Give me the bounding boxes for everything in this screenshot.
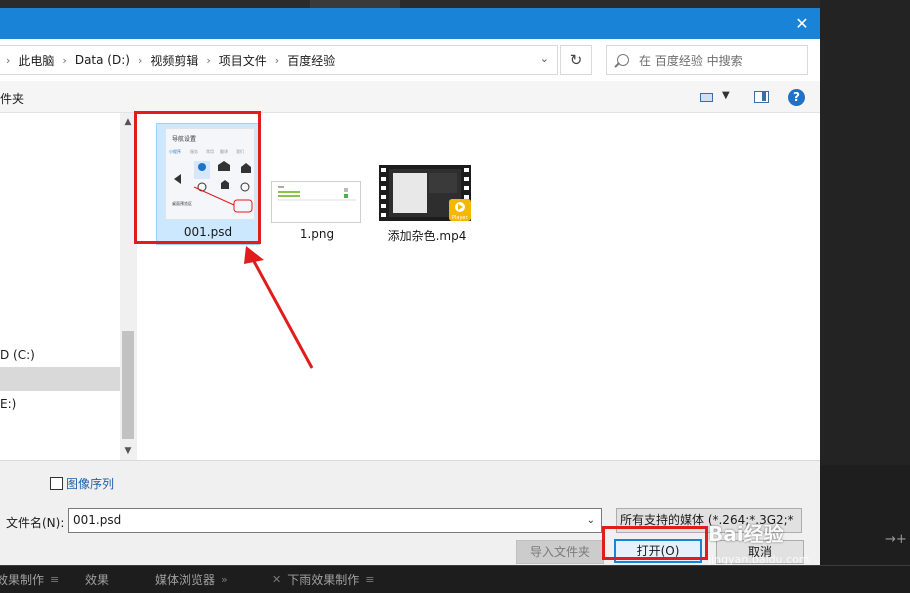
psd-thumb-tab: 我们 — [236, 148, 244, 154]
panel-tab-label: 效果制作 — [0, 573, 45, 587]
new-folder-button[interactable]: 件夹 — [0, 90, 24, 107]
psd-thumb-tab: 翻译 — [220, 148, 228, 154]
dialog-titlebar: ✕ — [0, 8, 820, 39]
png-thumbnail — [271, 181, 361, 223]
clock-icon — [240, 182, 250, 192]
scroll-thumb[interactable] — [122, 331, 134, 439]
panel-more-icon[interactable]: » — [221, 573, 228, 586]
image-sequence-label[interactable]: 图像序列 — [66, 475, 114, 492]
search-icon — [617, 54, 629, 66]
background-timeline-panel — [820, 465, 910, 565]
send-icon — [174, 174, 181, 184]
breadcrumb-this-pc[interactable]: 此电脑 — [18, 52, 54, 69]
panel-tab-label: 下雨效果制作 — [287, 573, 360, 587]
scroll-up-icon[interactable]: ▲ — [120, 117, 136, 127]
watermark-url: jingyan.baidu.com — [708, 553, 810, 566]
help-icon[interactable]: ? — [788, 89, 805, 106]
close-button[interactable]: ✕ — [792, 14, 812, 34]
psd-thumb-tab: 小程序 — [169, 148, 181, 154]
chevron-right-icon: › — [6, 53, 11, 67]
file-item-mp4[interactable]: Player 添加杂色.mp4 — [379, 143, 475, 243]
filename-value: 001.psd — [73, 513, 122, 527]
file-item-psd[interactable]: 导航设置 小程序 服务 常用 翻译 我们 桌面预览区 001.psd — [156, 123, 260, 245]
scroll-down-icon[interactable]: ▼ — [120, 446, 136, 456]
background-control-icon[interactable]: →+ — [885, 532, 907, 547]
breadcrumb-video-editing[interactable]: 视频剪辑 — [150, 52, 198, 69]
refresh-button[interactable]: ↻ — [560, 45, 592, 75]
panel-tab-effects[interactable]: 效果 — [85, 571, 109, 588]
psd-thumb-footer: 桌面预览区 — [172, 200, 192, 206]
chevron-right-icon[interactable]: › — [62, 54, 66, 67]
dialog-footer: 图像序列 文件名(N): 001.psd ⌄ 所有支持的媒体 (*.264;*.… — [0, 460, 820, 565]
breadcrumb-drive-d[interactable]: Data (D:) — [75, 53, 130, 67]
player-badge-label: Player — [452, 215, 469, 221]
psd-thumb-tab: 常用 — [206, 148, 214, 154]
psd-thumb-tab: 服务 — [190, 148, 198, 154]
nav-item-drive-e[interactable]: E:) — [0, 394, 120, 414]
chevron-right-icon[interactable]: › — [275, 54, 279, 67]
search-input[interactable]: 在 百度经验 中搜索 — [606, 45, 808, 75]
dialog-toolbar: 件夹 ▼ ? — [0, 81, 820, 113]
address-row: › 此电脑 › Data (D:) › 视频剪辑 › 项目文件 › 百度经验 ⌄… — [0, 39, 820, 81]
open-button[interactable]: 打开(O) — [614, 539, 702, 563]
chevron-right-icon[interactable]: › — [138, 54, 142, 67]
psd-thumbnail: 导航设置 小程序 服务 常用 翻译 我们 桌面预览区 — [165, 128, 255, 220]
import-folder-button[interactable]: 导入文件夹 — [516, 540, 604, 564]
file-name: 添加杂色.mp4 — [387, 229, 467, 243]
chevron-down-icon[interactable]: ⌄ — [587, 509, 595, 532]
nav-item-selected[interactable] — [0, 367, 120, 391]
background-panel-tabs: 效果制作 ≡ 效果 媒体浏览器 » ✕ 下雨效果制作 ≡ — [0, 565, 910, 593]
close-icon[interactable]: ✕ — [272, 573, 281, 586]
psd-thumb-box — [233, 199, 253, 213]
panel-tab-rain-effect[interactable]: ✕ 下雨效果制作 ≡ — [272, 571, 374, 588]
file-item-png[interactable]: 1.png — [271, 151, 363, 243]
breadcrumb-project-files[interactable]: 项目文件 — [219, 52, 267, 69]
chevron-down-icon[interactable]: ⌄ — [540, 52, 549, 65]
navigation-pane: D (C:) E:) ▲ ▼ — [0, 113, 136, 460]
breadcrumb-baidu-jingyan[interactable]: 百度经验 — [287, 52, 335, 69]
address-bar[interactable]: › 此电脑 › Data (D:) › 视频剪辑 › 项目文件 › 百度经验 ⌄ — [0, 45, 558, 75]
view-mode-icon[interactable] — [700, 93, 713, 102]
psd-thumb-arrow — [193, 186, 235, 206]
filename-label: 文件名(N): — [6, 516, 65, 530]
nav-item-drive-c[interactable]: D (C:) — [0, 345, 120, 365]
open-file-dialog: ✕ › 此电脑 › Data (D:) › 视频剪辑 › 项目文件 › 百度经验… — [0, 8, 820, 565]
chevron-right-icon[interactable]: › — [206, 54, 210, 67]
panel-menu-icon[interactable]: ≡ — [365, 573, 374, 586]
mp4-thumbnail: Player — [379, 165, 471, 221]
panel-tab-media-browser[interactable]: 媒体浏览器 » — [155, 571, 228, 588]
preview-pane-icon[interactable] — [754, 91, 769, 103]
file-name: 001.psd — [183, 225, 233, 239]
search-placeholder: 在 百度经验 中搜索 — [639, 53, 743, 68]
image-sequence-checkbox[interactable] — [50, 477, 63, 490]
watermark-logo: Bai经验 — [708, 522, 784, 546]
psd-thumb-title: 导航设置 — [172, 135, 196, 143]
file-name: 1.png — [299, 227, 335, 241]
panel-menu-icon[interactable]: ≡ — [50, 573, 59, 586]
home-icon — [241, 163, 251, 173]
panel-tab-label: 效果 — [85, 573, 110, 587]
panel-tab-label: 媒体浏览器 — [155, 573, 216, 587]
home-icon — [218, 161, 230, 171]
view-dropdown-icon[interactable]: ▼ — [722, 90, 730, 101]
annotation-arrow-icon — [244, 246, 314, 369]
filename-input[interactable]: 001.psd ⌄ — [68, 508, 602, 533]
bell-icon — [221, 180, 229, 189]
psd-thumb-icon — [198, 163, 206, 171]
nav-scrollbar[interactable]: ▲ ▼ — [120, 113, 136, 460]
panel-tab-effects-make[interactable]: 效果制作 ≡ — [0, 571, 59, 588]
